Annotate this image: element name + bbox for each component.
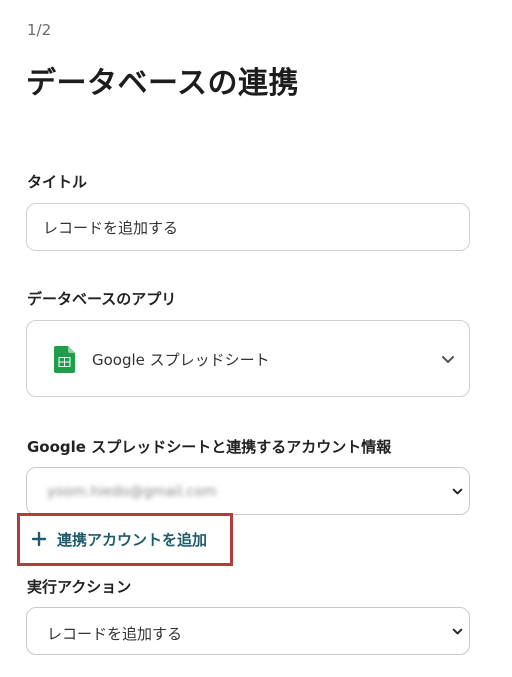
chevron-down-icon bbox=[452, 628, 463, 635]
app-field-label: データベースのアプリ bbox=[27, 290, 177, 308]
add-account-label: 連携アカウントを追加 bbox=[57, 531, 208, 549]
account-select-value: yoom.hiedo@gmail.com bbox=[47, 484, 217, 500]
title-input[interactable] bbox=[26, 203, 470, 251]
title-field-label: タイトル bbox=[27, 173, 88, 191]
page-title: データベースの連携 bbox=[26, 66, 299, 101]
page-counter: 1/2 bbox=[27, 21, 52, 39]
add-account-button[interactable]: 連携アカウントを追加 bbox=[17, 513, 233, 566]
app-select-value: Google スプレッドシート bbox=[92, 351, 270, 369]
chevron-down-icon bbox=[452, 488, 463, 495]
account-select[interactable]: yoom.hiedo@gmail.com bbox=[26, 467, 470, 515]
plus-icon bbox=[31, 531, 47, 547]
account-field-label: Google スプレッドシートと連携するアカウント情報 bbox=[27, 438, 392, 456]
app-select[interactable]: Google スプレッドシート bbox=[26, 320, 470, 397]
action-field-label: 実行アクション bbox=[27, 578, 132, 596]
google-sheets-icon bbox=[54, 346, 75, 373]
chevron-down-icon bbox=[442, 356, 454, 363]
action-select-value: レコードを追加する bbox=[47, 625, 183, 643]
action-select[interactable]: レコードを追加する bbox=[26, 607, 470, 655]
